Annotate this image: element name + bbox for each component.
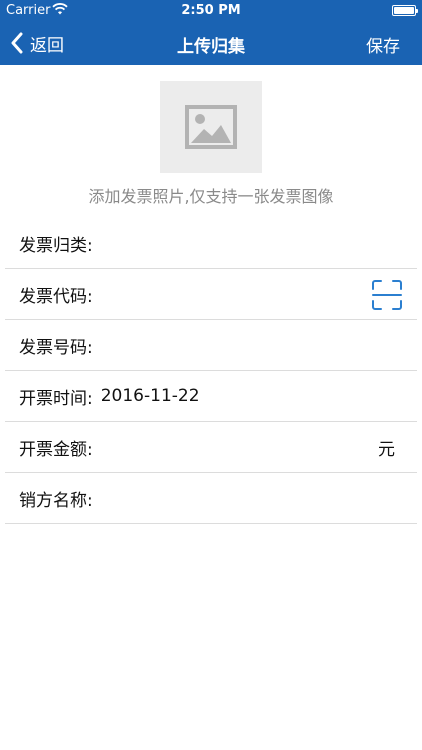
invoice-number-row: 发票号码: (5, 320, 417, 371)
photo-hint-text: 添加发票照片,仅支持一张发票图像 (88, 187, 334, 206)
seller-name-input[interactable] (100, 488, 417, 508)
status-bar: Carrier 2:50 PM (0, 0, 422, 22)
invoice-category-label: 发票归类: (19, 235, 93, 256)
amount-unit: 元 (378, 439, 395, 460)
invoice-date-value: 2016-11-22 (100, 386, 200, 406)
navigation-bar: 返回 上传归集 保存 (0, 22, 422, 65)
invoice-category-row[interactable]: 发票归类: (5, 218, 417, 269)
status-time: 2:50 PM (181, 3, 241, 18)
invoice-number-input[interactable] (100, 335, 417, 355)
invoice-form: 发票归类: 发票代码: 发票号码: 开票时间: 2016-11-22 开票金额:… (5, 218, 417, 524)
seller-name-label: 销方名称: (19, 490, 93, 511)
image-placeholder-icon (185, 105, 237, 149)
scan-icon[interactable] (371, 279, 403, 311)
invoice-code-row: 发票代码: (5, 269, 417, 320)
invoice-date-label: 开票时间: (19, 388, 93, 409)
top-bar: Carrier 2:50 PM 返回 上传归集 保存 (0, 0, 422, 65)
invoice-number-label: 发票号码: (19, 337, 93, 358)
invoice-photo-area: 添加发票照片,仅支持一张发票图像 (0, 65, 422, 215)
invoice-code-input[interactable] (100, 284, 417, 304)
battery-icon (392, 5, 418, 16)
invoice-date-row[interactable]: 开票时间: 2016-11-22 (5, 371, 417, 422)
seller-name-row: 销方名称: (5, 473, 417, 524)
invoice-amount-row: 开票金额: 元 (5, 422, 417, 473)
page-title: 上传归集 (177, 37, 245, 57)
invoice-code-label: 发票代码: (19, 286, 93, 307)
invoice-amount-label: 开票金额: (19, 439, 93, 460)
add-photo-button[interactable] (160, 81, 262, 173)
invoice-amount-input[interactable] (100, 437, 417, 457)
save-button[interactable]: 保存 (366, 32, 400, 57)
